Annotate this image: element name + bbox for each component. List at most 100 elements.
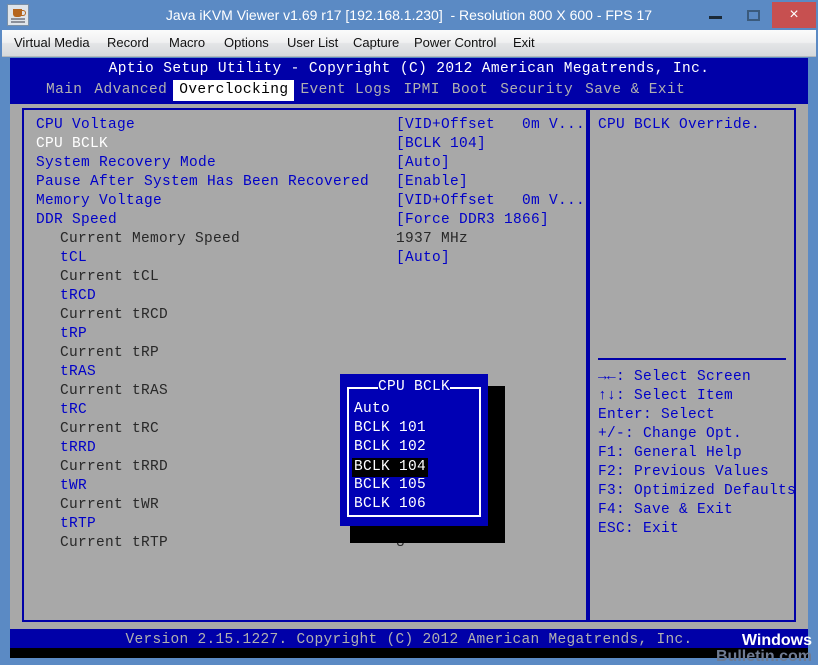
- setting-label: Current tRAS: [60, 383, 169, 399]
- tab-main[interactable]: Main: [40, 80, 88, 101]
- setting-value[interactable]: [Auto]: [396, 249, 450, 268]
- setting-row[interactable]: Current Memory Speed 1937 MHz: [24, 230, 586, 249]
- bios-tabbar: Main Advanced Overclocking Event Logs IPMI Bo…: [40, 80, 691, 101]
- close-button[interactable]: ×: [772, 2, 816, 28]
- setting-label: Current tRTP: [60, 535, 169, 551]
- help-key-item: ↑↓: Select Item: [598, 388, 734, 404]
- setting-label: Current tRP: [60, 345, 160, 361]
- tab-advanced[interactable]: Advanced: [88, 80, 173, 101]
- setting-label: Current tCL: [60, 269, 160, 285]
- menu-item-power-control[interactable]: Power Control: [414, 30, 496, 56]
- setting-label: System Recovery Mode: [36, 155, 217, 171]
- bios-footer-text: Version 2.15.1227. Copyright (C) 2012 Am…: [125, 632, 693, 648]
- help-key-item: +/-: Change Opt.: [598, 426, 743, 442]
- app-menubar: Virtual Media Record Macro Options User List…: [2, 30, 816, 57]
- menu-item-options[interactable]: Options: [224, 30, 269, 56]
- help-panel: CPU BCLK Override. →←: Select Screen ↑↓: …: [588, 108, 796, 622]
- setting-label: tRTP: [60, 516, 97, 532]
- setting-label: Memory Voltage: [36, 193, 163, 209]
- bios-header: Aptio Setup Utility - Copyright (C) 2012…: [10, 58, 808, 101]
- maximize-icon: [747, 10, 760, 21]
- watermark: Windows Bulletin.com: [708, 633, 812, 665]
- help-description: CPU BCLK Override.: [598, 117, 761, 133]
- help-key-item: F1: General Help: [598, 445, 743, 461]
- setting-label: Current Memory Speed: [60, 231, 241, 247]
- minimize-icon: [709, 16, 722, 19]
- tab-ipmi[interactable]: IPMI: [397, 80, 445, 101]
- setting-label: tWR: [60, 478, 88, 494]
- bios-body: CPU Voltage [VID+Offset 0m V...] CPU BCLK […: [10, 104, 808, 629]
- popup-title: CPU BCLK: [378, 379, 451, 395]
- maximize-button[interactable]: [734, 4, 772, 26]
- bios-title: Aptio Setup Utility - Copyright (C) 2012…: [108, 61, 710, 77]
- bios-screen: Aptio Setup Utility - Copyright (C) 2012…: [10, 58, 808, 656]
- setting-value[interactable]: [VID+Offset 0m V...]: [396, 116, 586, 135]
- setting-label: tCL: [60, 250, 88, 266]
- setting-label: tRRD: [60, 440, 97, 456]
- setting-label: DDR Speed: [36, 212, 118, 228]
- setting-value[interactable]: [VID+Offset 0m V...]: [396, 192, 586, 211]
- watermark-line-1: Windows: [741, 632, 812, 649]
- setting-row[interactable]: Current tRCD: [24, 306, 586, 325]
- setting-row[interactable]: tCL [Auto]: [24, 249, 586, 268]
- cpu-bclk-popup: CPU BCLK Auto BCLK 101 BCLK 102 BCLK 104 BCL…: [340, 374, 488, 526]
- setting-label: CPU BCLK: [36, 136, 109, 152]
- setting-row[interactable]: Memory Voltage [VID+Offset 0m V...]: [24, 192, 586, 211]
- setting-label: Current tRCD: [60, 307, 169, 323]
- tab-event-logs[interactable]: Event Logs: [294, 80, 397, 101]
- help-key-item: F2: Previous Values: [598, 464, 770, 480]
- screen-bottom-strip: [10, 648, 808, 658]
- window-titlebar: Java iKVM Viewer v1.69 r17 [192.168.1.23…: [0, 0, 818, 30]
- menu-item-capture[interactable]: Capture: [353, 30, 399, 56]
- popup-option[interactable]: BCLK 102: [352, 438, 476, 457]
- setting-row[interactable]: CPU BCLK [BCLK 104]: [24, 135, 586, 154]
- setting-row[interactable]: DDR Speed [Force DDR3 1866]: [24, 211, 586, 230]
- setting-label: Current tWR: [60, 497, 160, 513]
- setting-value[interactable]: [Auto]: [396, 154, 450, 173]
- setting-row[interactable]: Current tRP: [24, 344, 586, 363]
- application-window: Java iKVM Viewer v1.69 r17 [192.168.1.23…: [0, 0, 818, 665]
- popup-option[interactable]: BCLK 106: [352, 495, 476, 514]
- setting-row[interactable]: CPU Voltage [VID+Offset 0m V...]: [24, 116, 586, 135]
- menu-item-exit[interactable]: Exit: [513, 30, 535, 56]
- settings-panel: CPU Voltage [VID+Offset 0m V...] CPU BCLK […: [22, 108, 588, 622]
- setting-row[interactable]: Pause After System Has Been Recovered [En…: [24, 173, 586, 192]
- help-key-item: F3: Optimized Defaults: [598, 483, 796, 499]
- setting-row[interactable]: System Recovery Mode [Auto]: [24, 154, 586, 173]
- popup-option[interactable]: BCLK 105: [352, 476, 476, 495]
- help-key-item: →←: Select Screen: [598, 369, 752, 385]
- minimize-button[interactable]: [696, 4, 734, 26]
- help-key-item: Enter: Select: [598, 407, 716, 423]
- setting-label: tRCD: [60, 288, 97, 304]
- menu-item-user-list[interactable]: User List: [287, 30, 338, 56]
- setting-value[interactable]: [BCLK 104]: [396, 135, 486, 154]
- setting-label: tRC: [60, 402, 88, 418]
- help-key-list: →←: Select Screen ↑↓: Select Item Enter: S…: [598, 368, 796, 539]
- menu-item-record[interactable]: Record: [107, 30, 149, 56]
- tab-overclocking[interactable]: Overclocking: [173, 80, 295, 101]
- tab-security[interactable]: Security: [494, 80, 579, 101]
- popup-option-selected[interactable]: BCLK 104: [352, 458, 429, 477]
- setting-value[interactable]: [Enable]: [396, 173, 468, 192]
- menu-item-macro[interactable]: Macro: [169, 30, 205, 56]
- setting-label: tRAS: [60, 364, 97, 380]
- help-key-item: ESC: Exit: [598, 521, 680, 537]
- setting-label: CPU Voltage: [36, 117, 136, 133]
- help-divider: [598, 358, 786, 360]
- setting-label: Current tRRD: [60, 459, 169, 475]
- close-icon: ×: [789, 6, 799, 23]
- tab-boot[interactable]: Boot: [446, 80, 494, 101]
- setting-row[interactable]: tRCD: [24, 287, 586, 306]
- popup-option[interactable]: BCLK 101: [352, 419, 476, 438]
- setting-label: Pause After System Has Been Recovered: [36, 174, 370, 190]
- setting-row[interactable]: tRAS: [24, 363, 586, 382]
- popup-option[interactable]: Auto: [352, 400, 476, 419]
- setting-label: Current tRC: [60, 421, 160, 437]
- popup-option-list: Auto BCLK 101 BCLK 102 BCLK 104 BCLK 105 BCLK…: [352, 400, 476, 514]
- tab-save-exit[interactable]: Save & Exit: [579, 80, 691, 101]
- setting-value[interactable]: 1937 MHz: [396, 230, 468, 249]
- setting-row[interactable]: tRP: [24, 325, 586, 344]
- menu-item-virtual-media[interactable]: Virtual Media: [14, 30, 90, 56]
- setting-row[interactable]: Current tCL: [24, 268, 586, 287]
- setting-value[interactable]: [Force DDR3 1866]: [396, 211, 549, 230]
